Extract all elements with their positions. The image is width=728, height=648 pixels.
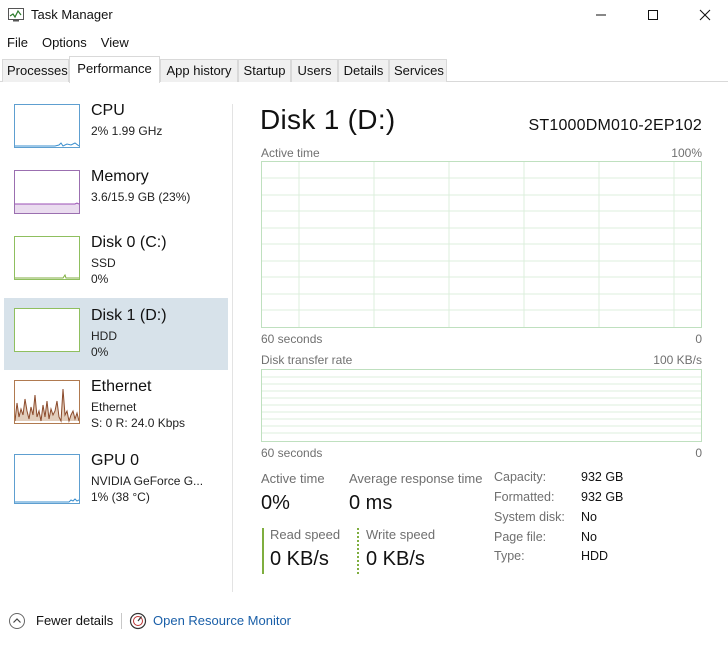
ethernet-thumbnail-graph (14, 380, 80, 424)
resource-detail: SSD (91, 256, 116, 270)
active-time-chart-label: Active time (261, 146, 320, 160)
tab-performance[interactable]: Performance (69, 56, 160, 83)
property-value: 932 GB (581, 470, 624, 484)
read-speed-value: 0 KB/s (270, 548, 329, 570)
active-time-chart-max: 100% (671, 146, 702, 160)
panel-divider (232, 104, 233, 592)
property-page-file: Page file: No (494, 530, 694, 548)
tab-processes[interactable]: Processes (2, 59, 69, 82)
tab-services[interactable]: Services (389, 59, 447, 82)
maximize-icon (648, 10, 658, 20)
property-value: No (581, 530, 597, 544)
property-system-disk: System disk: No (494, 510, 694, 528)
resource-item-ethernet[interactable]: Ethernet Ethernet S: 0 R: 24.0 Kbps (4, 374, 228, 446)
resource-name: Disk 1 (D:) (91, 307, 167, 324)
property-type: Type: HDD (494, 549, 694, 567)
read-speed-indicator (262, 528, 264, 574)
menu-file[interactable]: File (0, 33, 35, 53)
menu-bar: File Options View (0, 33, 136, 53)
tab-app-history[interactable]: App history (160, 59, 238, 82)
active-time-chart-x-label: 60 seconds (261, 332, 323, 346)
property-key: System disk: (494, 510, 565, 524)
menu-view[interactable]: View (94, 33, 136, 53)
resource-item-memory[interactable]: Memory 3.6/15.9 GB (23%) (4, 164, 228, 236)
property-value: 932 GB (581, 490, 624, 504)
memory-thumbnail-graph (14, 170, 80, 214)
title-bar: Task Manager (0, 0, 728, 30)
write-speed-value: 0 KB/s (366, 548, 425, 570)
resource-name: Memory (91, 168, 149, 185)
maximize-button[interactable] (630, 0, 676, 30)
device-model: ST1000DM010-2EP102 (528, 117, 702, 134)
window-title: Task Manager (31, 7, 113, 22)
resource-detail-usage: 0% (91, 272, 109, 286)
minimize-icon (596, 14, 606, 16)
footer-separator (121, 613, 122, 629)
resource-detail-usage: 0% (91, 345, 109, 359)
disk0-thumbnail-graph (14, 236, 80, 280)
close-icon (699, 9, 711, 21)
transfer-rate-chart-label: Disk transfer rate (261, 353, 353, 367)
resource-detail: Ethernet (91, 400, 137, 414)
tab-startup[interactable]: Startup (238, 59, 291, 82)
property-capacity: Capacity: 932 GB (494, 470, 694, 488)
gpu-thumbnail-graph (14, 454, 80, 504)
tab-details[interactable]: Details (338, 59, 389, 82)
cpu-thumbnail-graph (14, 104, 80, 148)
read-speed-label: Read speed (270, 527, 341, 542)
write-speed-label: Write speed (366, 527, 436, 542)
page-title: Disk 1 (D:) (260, 104, 396, 135)
transfer-rate-chart-x-label: 60 seconds (261, 446, 323, 460)
resource-detail-throughput: S: 0 R: 24.0 Kbps (91, 416, 186, 430)
resource-item-gpu-0[interactable]: GPU 0 NVIDIA GeForce G... 1% (38 °C) (4, 448, 228, 520)
avg-response-label: Average response time (349, 471, 483, 486)
resource-detail: 3.6/15.9 GB (23%) (91, 190, 191, 204)
transfer-rate-chart-min: 0 (695, 446, 702, 460)
resource-detail: 2% 1.99 GHz (91, 124, 163, 138)
tab-users[interactable]: Users (291, 59, 338, 82)
active-time-value: 0% (261, 492, 290, 514)
avg-response-value: 0 ms (349, 492, 393, 514)
resource-monitor-icon[interactable] (129, 612, 147, 635)
open-resource-monitor-link[interactable]: Open Resource Monitor (153, 613, 291, 628)
resource-name: GPU 0 (91, 452, 140, 469)
active-time-chart-min: 0 (695, 332, 702, 346)
transfer-rate-graph (261, 369, 702, 442)
resource-detail: HDD (91, 329, 117, 343)
active-time-label: Active time (261, 471, 325, 486)
minimize-button[interactable] (578, 0, 624, 30)
transfer-rate-chart-max: 100 KB/s (653, 353, 702, 367)
resource-detail-usage: 1% (38 °C) (91, 490, 150, 504)
resource-item-cpu[interactable]: CPU 2% 1.99 GHz (4, 98, 228, 170)
disk1-thumbnail-graph (14, 308, 80, 352)
property-value: HDD (581, 549, 609, 563)
property-key: Type: (494, 549, 525, 563)
resource-detail: NVIDIA GeForce G... (91, 474, 204, 488)
resource-name: Ethernet (91, 378, 152, 395)
task-manager-icon (8, 8, 24, 22)
close-button[interactable] (682, 0, 728, 30)
property-key: Page file: (494, 530, 547, 544)
property-formatted: Formatted: 932 GB (494, 490, 694, 508)
resource-item-disk-1[interactable]: Disk 1 (D:) HDD 0% (4, 298, 228, 370)
property-key: Capacity: (494, 470, 547, 484)
resource-item-disk-0[interactable]: Disk 0 (C:) SSD 0% (4, 230, 228, 302)
menu-options[interactable]: Options (35, 33, 94, 53)
property-value: No (581, 510, 597, 524)
footer: Fewer details Open Resource Monitor (0, 608, 728, 636)
resource-name: Disk 0 (C:) (91, 234, 167, 251)
resource-name: CPU (91, 102, 125, 119)
active-time-graph (261, 161, 702, 328)
fewer-details-link[interactable]: Fewer details (36, 613, 113, 628)
write-speed-indicator (357, 528, 359, 574)
property-key: Formatted: (494, 490, 555, 504)
tab-bar: Processes Performance App history Startu… (0, 56, 728, 83)
chevron-up-circle-icon[interactable] (8, 612, 26, 635)
